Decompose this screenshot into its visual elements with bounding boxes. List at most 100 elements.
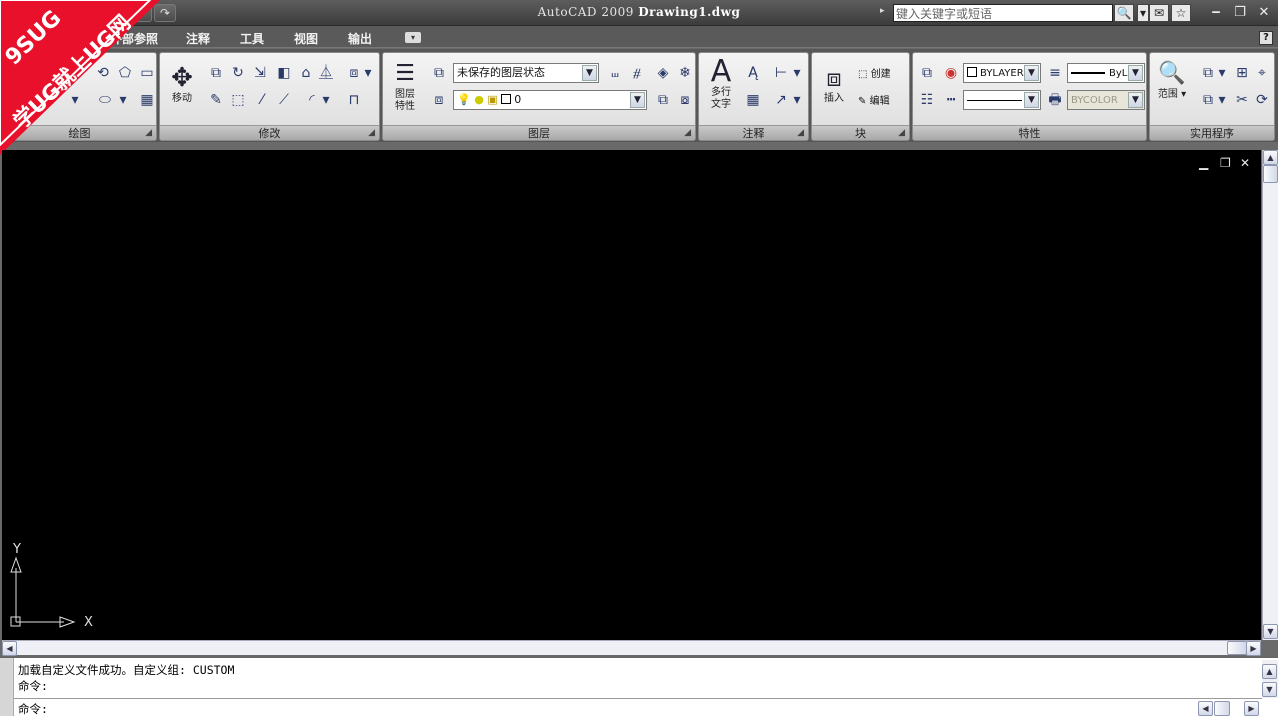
layer-isolate-icon[interactable]: ⧢ xyxy=(605,63,625,83)
command-scrollbar[interactable]: ▲ ▼ xyxy=(1262,660,1278,698)
polygon-icon[interactable]: ⬠ xyxy=(115,63,135,83)
ribbon-minimize-icon[interactable]: ▾ xyxy=(405,32,421,43)
scroll-up-icon[interactable]: ▲ xyxy=(1263,150,1278,165)
zoom-extents-button[interactable]: 🔍 范围 ▾ xyxy=(1152,59,1192,101)
hatch-icon[interactable]: ▦ xyxy=(137,90,156,110)
tab-view[interactable]: 视图 xyxy=(294,30,318,47)
mtext-button[interactable]: A 多行 文字 xyxy=(703,57,739,111)
panel-annotation-title[interactable]: 注释 ◢ xyxy=(699,125,808,140)
panel-draw-title[interactable]: 绘图 ◢ xyxy=(3,125,156,140)
layer-previous-icon[interactable]: ⧈ xyxy=(429,90,449,110)
tab-xref[interactable]: 外部参照 xyxy=(110,30,158,47)
copy-icon[interactable]: ⧉ xyxy=(206,63,226,83)
help-icon[interactable]: ? xyxy=(1259,31,1273,45)
search-expand-icon[interactable]: ▸ xyxy=(880,6,885,16)
linetype-combo[interactable]: ▼ xyxy=(963,90,1041,110)
mirror-icon[interactable]: ⏅ xyxy=(316,63,336,83)
leader-icon[interactable]: ↗ xyxy=(771,90,791,110)
rotate-icon[interactable]: ↻ xyxy=(228,63,248,83)
drawing-canvas[interactable]: ▁ ❐ ✕ Y X xyxy=(2,150,1261,640)
panel-layers-title[interactable]: 图层 ◢ xyxy=(383,125,695,140)
color-combo[interactable]: BYLAYER ▼ xyxy=(963,63,1041,83)
panel-block-title[interactable]: 块 ◢ xyxy=(812,125,909,140)
layer-unisolate-icon[interactable]: ⧣ xyxy=(627,63,647,83)
scroll-up-icon[interactable]: ▲ xyxy=(1262,664,1277,679)
favorites-star-icon[interactable]: ☆ xyxy=(1171,4,1191,22)
paste-dropdown-icon[interactable]: ▾ xyxy=(1216,63,1228,83)
ellipse-dropdown-icon[interactable]: ▾ xyxy=(65,90,85,110)
paste-icon[interactable]: ⧉ xyxy=(1198,63,1218,83)
select-all-icon[interactable]: ⌖ xyxy=(1252,63,1272,83)
scale-icon[interactable]: ⇲ xyxy=(250,63,270,83)
scroll-down-icon[interactable]: ▼ xyxy=(1263,624,1278,639)
explode-icon[interactable]: ⬚ xyxy=(228,90,248,110)
dimension-icon[interactable]: ⊢ xyxy=(771,63,791,83)
tab-tools[interactable]: 工具 xyxy=(240,30,264,47)
erase-icon[interactable]: ✎ xyxy=(206,90,226,110)
insert-block-button[interactable]: ⧈ 插入 xyxy=(816,63,852,105)
scroll-left-icon[interactable]: ◀ xyxy=(1198,701,1213,716)
command-input[interactable] xyxy=(66,701,1196,716)
panel-properties-title[interactable]: 特性 xyxy=(913,125,1146,140)
close-icon[interactable]: ✕ xyxy=(1254,4,1274,22)
fillet-dropdown-icon[interactable]: ▾ xyxy=(320,90,332,110)
table-icon[interactable]: ▦ xyxy=(743,90,763,110)
layer-match-icon[interactable]: ⧉ xyxy=(653,90,673,110)
scroll-right-icon[interactable]: ▶ xyxy=(1244,701,1259,716)
doc-minimize-icon[interactable]: ▁ xyxy=(1199,156,1208,170)
search-icon[interactable]: 🔍 xyxy=(1114,4,1134,22)
doc-restore-icon[interactable]: ❐ xyxy=(1220,156,1231,170)
ellipse-icon[interactable]: ⬭ xyxy=(95,90,115,110)
create-block-button[interactable]: ⬚ 创建 xyxy=(858,65,891,80)
scroll-right-icon[interactable]: ▶ xyxy=(1246,641,1261,656)
ellipse-menu-icon[interactable]: ▾ xyxy=(113,90,133,110)
panel-launcher-icon[interactable]: ◢ xyxy=(797,126,804,140)
panel-launcher-icon[interactable]: ◢ xyxy=(898,126,905,140)
command-window-grip[interactable] xyxy=(0,658,14,716)
list-icon[interactable]: ☷ xyxy=(917,90,937,110)
panel-modify-title[interactable]: 修改 ◢ xyxy=(160,125,379,140)
offset-icon[interactable]: ⌂ xyxy=(296,63,316,83)
dimension-dropdown-icon[interactable]: ▾ xyxy=(791,63,803,83)
panel-launcher-icon[interactable]: ◢ xyxy=(684,126,691,140)
fillet-icon[interactable]: ◜ xyxy=(302,90,322,110)
layer-state-icon[interactable]: ⧉ xyxy=(429,63,449,83)
quick-select-icon[interactable]: ⊞ xyxy=(1232,63,1252,83)
search-dropdown-icon[interactable]: ▾ xyxy=(1137,4,1149,22)
match-properties-icon[interactable]: ⧉ xyxy=(917,63,937,83)
help-search-input[interactable] xyxy=(893,4,1113,22)
array-dropdown-icon[interactable]: ▾ xyxy=(362,63,374,83)
rectangle-icon[interactable]: ▭ xyxy=(137,63,156,83)
panel-launcher-icon[interactable]: ◢ xyxy=(368,126,375,140)
tab-output[interactable]: 输出 xyxy=(348,30,372,47)
layer-freeze-tool-icon[interactable]: ❄ xyxy=(675,63,695,83)
minimize-icon[interactable]: ‒ xyxy=(1206,4,1226,22)
layer-state-combo[interactable]: 未保存的图层状态 ▼ xyxy=(453,63,599,83)
layer-walk-icon[interactable]: ⧇ xyxy=(675,90,695,110)
command-horizontal-thumb[interactable] xyxy=(1214,701,1230,716)
move-button[interactable]: ✥ 移动 xyxy=(164,63,200,105)
vertical-scrollbar[interactable]: ▲ ▼ xyxy=(1262,150,1278,640)
plotstyle-icon[interactable]: 🖶 xyxy=(1045,90,1065,110)
lineweight-combo[interactable]: ByL ▼ xyxy=(1067,63,1145,83)
copy-dropdown-icon[interactable]: ▾ xyxy=(1216,90,1228,110)
restore-icon[interactable]: ❐ xyxy=(1230,4,1250,22)
array-icon[interactable]: ⧈ xyxy=(344,63,364,83)
vertical-scroll-thumb[interactable] xyxy=(1263,165,1278,183)
horizontal-scroll-thumb[interactable] xyxy=(1227,641,1247,655)
copy-clip-icon[interactable]: ⧉ xyxy=(1198,90,1218,110)
panel-launcher-icon[interactable]: ◢ xyxy=(145,126,152,140)
current-layer-combo[interactable]: 💡 ● ▣ 0 ▼ xyxy=(453,90,647,110)
layer-off-icon[interactable]: ◈ xyxy=(653,63,673,83)
stretch-icon[interactable]: ◧ xyxy=(274,63,294,83)
join-icon[interactable]: ⊓ xyxy=(344,90,364,110)
leader-dropdown-icon[interactable]: ▾ xyxy=(791,90,803,110)
arc-icon[interactable]: ⟲ xyxy=(93,63,113,83)
lineweight-icon[interactable]: ≡ xyxy=(1045,63,1065,83)
doc-close-icon[interactable]: ✕ xyxy=(1240,156,1250,170)
panel-utilities-title[interactable]: 实用程序 xyxy=(1150,125,1274,140)
cut-icon[interactable]: ✂ xyxy=(1232,90,1252,110)
scroll-left-icon[interactable]: ◀ xyxy=(2,641,17,656)
edit-block-button[interactable]: ✎ 编辑 xyxy=(858,92,890,107)
tab-annotate[interactable]: 注释 xyxy=(186,30,210,47)
